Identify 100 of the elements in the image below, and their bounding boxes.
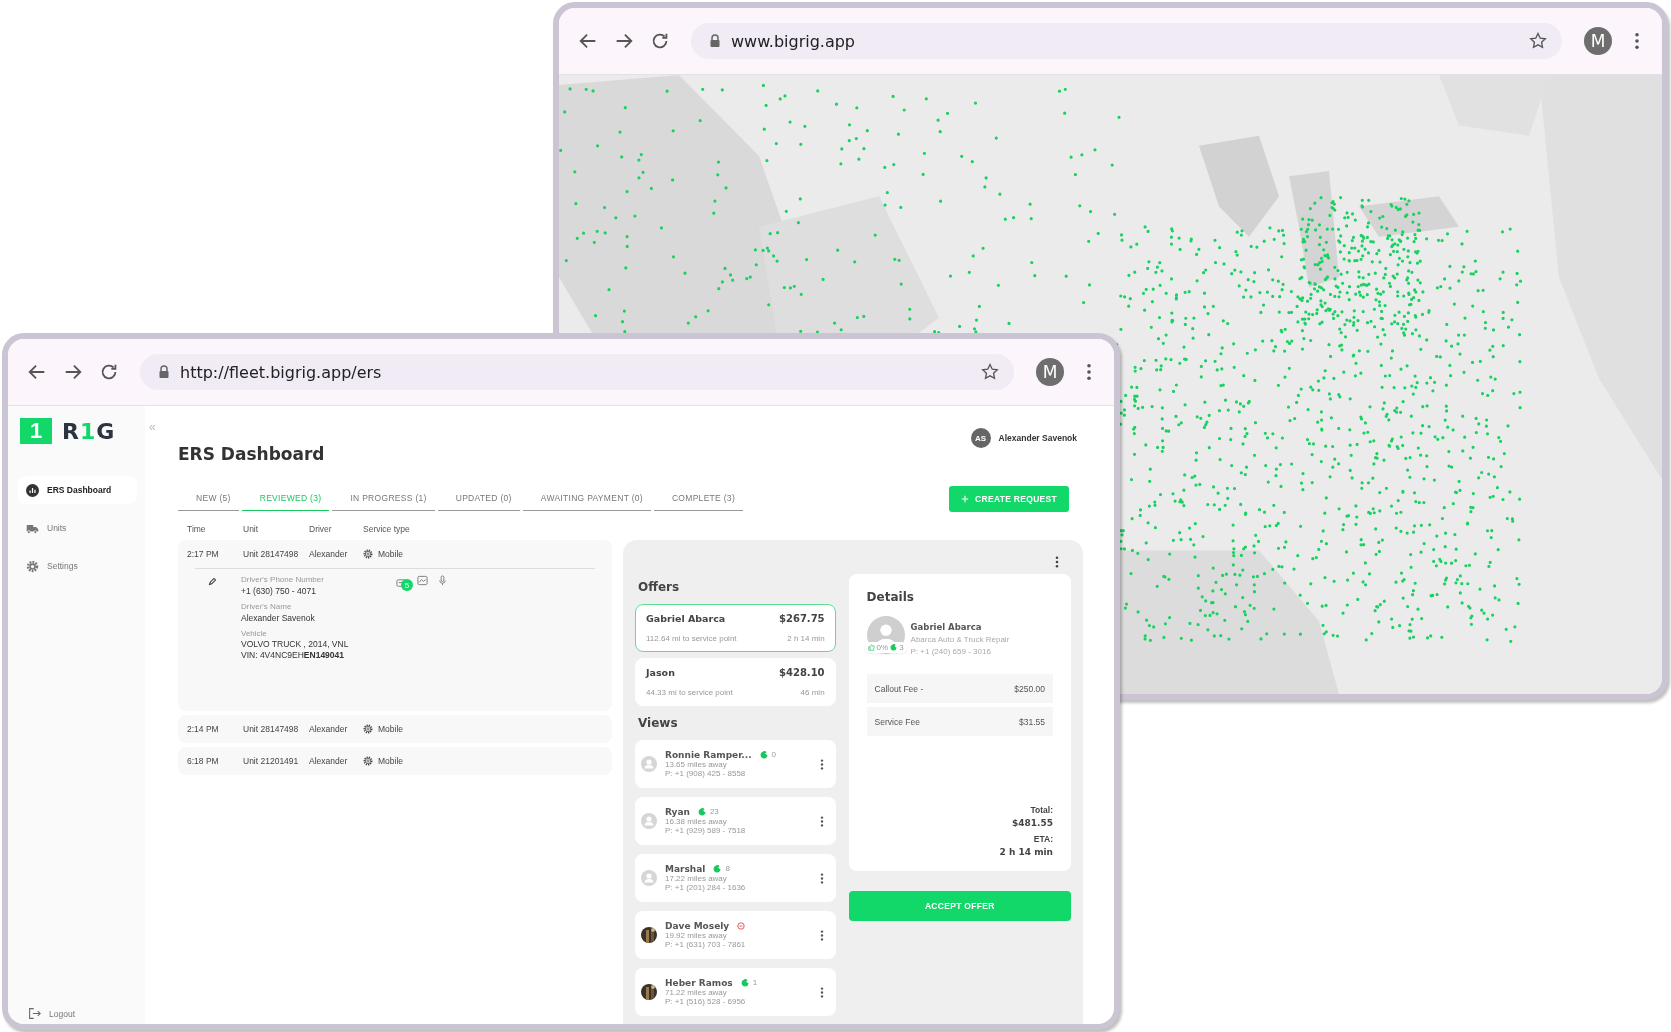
table-cell-text: 6:18 PM bbox=[187, 756, 220, 766]
status-tab[interactable]: NEW (5) bbox=[178, 487, 239, 511]
lock-icon bbox=[158, 365, 170, 379]
bookmark-star-icon[interactable] bbox=[980, 362, 1000, 382]
viewer-phone: P: +1 (929) 589 - 7518 bbox=[665, 826, 747, 835]
thumbs-up-icon bbox=[867, 644, 875, 651]
offer-eta: 46 min bbox=[800, 688, 825, 697]
address-bar[interactable]: http://fleet.bigrig.app/ers bbox=[140, 354, 1014, 390]
job-count: 23 bbox=[709, 807, 719, 816]
column-header: Service type bbox=[363, 524, 410, 534]
status-tab[interactable]: IN PROGRESS (1) bbox=[332, 487, 435, 511]
field-value: +1 (630) 750 - 4071 bbox=[241, 586, 317, 596]
sidebar-item[interactable]: Settings bbox=[18, 552, 137, 580]
more-options-icon[interactable] bbox=[819, 872, 824, 884]
gear-icon bbox=[363, 549, 373, 559]
provider-phone: P: +1 (240) 659 - 3016 bbox=[910, 647, 992, 656]
viewer-card[interactable]: Ronnie Ramper... 0 13.65 miles away P: +1 (908) 425 - 8558 bbox=[635, 740, 836, 788]
gear-icon bbox=[363, 724, 373, 734]
gear-icon bbox=[363, 756, 373, 766]
more-options-icon[interactable] bbox=[819, 758, 824, 770]
chart-icon bbox=[26, 483, 39, 497]
table-cell-text: Alexander bbox=[309, 756, 349, 766]
status-tab[interactable]: COMPLETE (3) bbox=[653, 487, 744, 511]
eta-label: ETA: bbox=[1033, 834, 1053, 844]
table-cell-text: Alexander bbox=[309, 724, 349, 734]
recycle-icon bbox=[890, 644, 898, 651]
offer-eta: 2 h 14 min bbox=[787, 634, 825, 643]
viewer-name: Marshal bbox=[665, 864, 706, 874]
status-tab[interactable]: UPDATED (0) bbox=[437, 487, 520, 511]
viewer-distance: 17.22 miles away bbox=[665, 874, 728, 883]
viewer-name: Dave Mosely bbox=[665, 921, 730, 931]
eta-value: 2 h 14 min bbox=[999, 847, 1053, 857]
viewer-name: Ryan bbox=[665, 807, 690, 817]
image-icon[interactable] bbox=[417, 575, 428, 586]
menu-icon[interactable] bbox=[1086, 363, 1092, 381]
viewer-card[interactable]: Ryan 23 16.38 miles away P: +1 (929) 589 - 7518 bbox=[635, 797, 836, 845]
field-value: VIN: 4V4NC9EHEN149041 bbox=[241, 650, 345, 660]
viewer-card[interactable]: Heber Ramos 1 71.22 miles away P: +1 (516) 528 - 6956 bbox=[635, 968, 836, 1016]
job-count: 8 bbox=[725, 864, 730, 873]
table-cell: Mobile bbox=[378, 549, 404, 559]
column-header: Driver bbox=[309, 524, 333, 534]
job-count: 0 bbox=[771, 750, 777, 759]
menu-icon[interactable] bbox=[1634, 32, 1640, 50]
user-name: Alexander Savenok bbox=[998, 433, 1077, 443]
request-row[interactable]: 2:17 PM Unit 28147498 Alexander Mobile Driver's Phone Number +1 (630) 750 - 4071 Driver's Name Alexander Savenok Vehicle VOLVO TRUCK , 2014, VNL VIN: 4V4NC9EHEN149041 5 bbox=[178, 540, 612, 711]
sidebar-item[interactable]: Units bbox=[18, 514, 137, 542]
table-cell-text: Alexander bbox=[309, 549, 349, 559]
recycle-icon bbox=[697, 808, 706, 816]
more-options-icon[interactable] bbox=[819, 929, 824, 941]
offer-card[interactable]: Gabriel Abarca $267.75 112.64 mi to service point 2 h 14 min bbox=[635, 604, 836, 652]
url-text: www.bigrig.app bbox=[731, 31, 856, 51]
column-header: Time bbox=[187, 524, 207, 534]
field-value: VOLVO TRUCK , 2014, VNL bbox=[241, 639, 350, 649]
table-cell-text: Unit 28147498 bbox=[243, 549, 300, 559]
sidebar-item[interactable]: ERS Dashboard bbox=[18, 476, 137, 504]
fee-amount: $31.55 bbox=[1019, 716, 1045, 727]
job-count: 1 bbox=[752, 978, 758, 987]
field-value: Alexander Savenok bbox=[241, 613, 316, 623]
more-options-icon[interactable] bbox=[819, 815, 824, 827]
status-tab[interactable]: AWAITING PAYMENT (0) bbox=[522, 487, 651, 511]
microphone-icon[interactable] bbox=[437, 575, 448, 586]
request-row[interactable]: 2:14 PM Unit 28147498 Alexander Mobile bbox=[178, 715, 612, 743]
offer-price: $428.10 bbox=[779, 667, 825, 678]
table-cell: Mobile bbox=[378, 756, 404, 766]
more-options-icon[interactable] bbox=[819, 986, 824, 998]
fee-label: Callout Fee - bbox=[874, 683, 924, 694]
section-heading: Offers bbox=[638, 580, 681, 594]
edit-icon[interactable] bbox=[208, 577, 217, 586]
address-bar[interactable]: www.bigrig.app bbox=[691, 23, 1562, 59]
viewer-name: Heber Ramos bbox=[665, 978, 733, 988]
logo-badge: 1 bbox=[20, 418, 52, 444]
table-cell: Mobile bbox=[378, 724, 404, 734]
plus-icon bbox=[961, 495, 970, 503]
offer-card[interactable]: Jason $428.10 44.33 mi to service point 46 min bbox=[635, 658, 836, 706]
more-options-icon[interactable] bbox=[1055, 556, 1059, 568]
recycle-icon bbox=[740, 979, 749, 987]
provider-name: Jason bbox=[646, 667, 675, 678]
recycle-icon bbox=[713, 865, 722, 873]
logout-link[interactable]: Logout bbox=[18, 1007, 137, 1020]
fee-label: Service Fee bbox=[874, 716, 920, 727]
message-count-badge: 5 bbox=[401, 579, 413, 591]
viewer-phone: P: +1 (631) 703 - 7861 bbox=[665, 940, 747, 949]
viewer-phone: P: +1 (516) 528 - 6956 bbox=[665, 997, 747, 1006]
profile-avatar[interactable]: M bbox=[1584, 27, 1612, 55]
profile-avatar[interactable]: M bbox=[1036, 358, 1064, 386]
table-cell-text: Unit 21201491 bbox=[243, 756, 300, 766]
bookmark-star-icon[interactable] bbox=[1528, 31, 1548, 51]
column-header: Unit bbox=[243, 524, 260, 534]
request-row[interactable]: 6:18 PM Unit 21201491 Alexander Mobile bbox=[178, 747, 612, 775]
viewer-card[interactable]: Marshal 8 17.22 miles away P: +1 (201) 284 - 1636 bbox=[635, 854, 836, 902]
page-title: ERS Dashboard bbox=[178, 443, 325, 466]
viewer-distance: 19.92 miles away bbox=[665, 931, 728, 940]
user-avatar: AS bbox=[970, 428, 991, 448]
rating-chip: 0% 3 bbox=[864, 642, 907, 653]
provider-company: Abarca Auto & Truck Repair bbox=[910, 635, 1010, 644]
table-cell-text: 2:17 PM bbox=[187, 549, 220, 559]
provider-name: Gabriel Abarca bbox=[910, 622, 983, 632]
viewer-card[interactable]: Dave Mosely 19.92 miles away P: +1 (631) 703 - 7861 bbox=[635, 911, 836, 959]
total-amount: $481.55 bbox=[1012, 818, 1053, 828]
field-label: Driver's Name bbox=[241, 602, 293, 611]
